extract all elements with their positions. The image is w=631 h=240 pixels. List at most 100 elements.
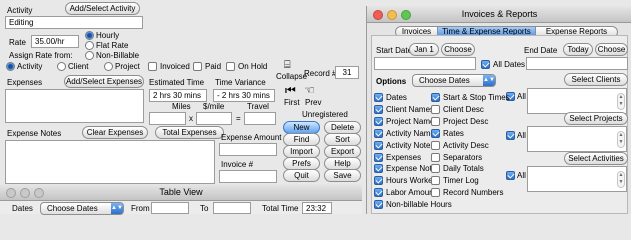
all-projects-checkbox[interactable]: [506, 131, 515, 140]
clients-scroll-arrows-icon[interactable]: ▲ ▼: [617, 93, 625, 110]
dates-checkbox[interactable]: [374, 93, 383, 102]
activities-scroll-arrows-icon[interactable]: ▲ ▼: [617, 171, 625, 188]
equals-symbol: =: [236, 114, 241, 123]
invoiced-checkbox[interactable]: [148, 62, 157, 71]
activity-desc-checkbox[interactable]: [431, 140, 440, 150]
total-time-label: Total Time: [262, 204, 299, 213]
non-billable-hours-checkbox[interactable]: [374, 200, 383, 210]
record-numbers-checkbox[interactable]: [431, 188, 440, 198]
start-stop-times-checkbox[interactable]: [431, 93, 440, 102]
expense-notes-checkbox[interactable]: [374, 164, 383, 174]
record-number-field[interactable]: 31: [335, 66, 359, 79]
activity-names-checkbox[interactable]: [374, 128, 383, 138]
projects-list[interactable]: [527, 126, 627, 152]
dates-label: Dates: [12, 204, 33, 213]
activity-desc-label: Activity Desc: [443, 140, 489, 150]
expenses-label: Expenses: [7, 78, 43, 87]
rate-field[interactable]: 35.00/hr: [31, 35, 79, 48]
invoice-label: Invoice #: [221, 160, 254, 169]
hours-worked-label: Hours Worked: [386, 176, 437, 186]
timer-log-checkbox[interactable]: [431, 176, 440, 186]
expenses-label: Expenses: [386, 152, 422, 162]
quit-button[interactable]: Quit: [283, 169, 320, 182]
all-activities-checkbox[interactable]: [506, 171, 515, 180]
timer-log-label: Timer Log: [443, 176, 479, 186]
paid-checkbox[interactable]: [193, 62, 202, 71]
reports-window: Invoices & Reports Invoices Time & Expen…: [366, 6, 631, 214]
total-expenses-button[interactable]: Total Expenses: [155, 126, 224, 139]
select-projects-button[interactable]: Select Projects: [564, 112, 628, 125]
invoice-field[interactable]: [219, 170, 277, 183]
activities-list[interactable]: [527, 166, 627, 192]
expenses-list[interactable]: [5, 89, 144, 123]
add-select-activity-button[interactable]: Add/Select Activity: [65, 2, 140, 15]
projects-scroll-arrows-icon[interactable]: ▲ ▼: [617, 131, 625, 148]
daily-totals-checkbox[interactable]: [431, 164, 440, 174]
assign-rate-label: Assign Rate from:: [9, 51, 73, 60]
close-icon[interactable]: [6, 188, 16, 198]
minimize-icon[interactable]: [20, 188, 30, 198]
record-numbers-label: Record Numbers: [443, 188, 504, 198]
client-desc-checkbox[interactable]: [431, 104, 440, 114]
hours-worked-checkbox[interactable]: [374, 176, 383, 186]
end-date-field[interactable]: [526, 57, 628, 70]
assign-activity-radio[interactable]: [6, 62, 15, 71]
close-icon[interactable]: [373, 10, 383, 20]
all-dates-checkbox[interactable]: [481, 60, 490, 69]
flat-rate-label: Flat Rate: [96, 41, 129, 50]
start-date-field[interactable]: [374, 57, 476, 70]
separators-checkbox[interactable]: [431, 152, 440, 162]
on-hold-checkbox[interactable]: [226, 62, 235, 71]
travel-label: Travel: [247, 102, 269, 111]
first-record-icon[interactable]: ⏮: [285, 84, 296, 96]
clear-expenses-button[interactable]: Clear Expenses: [82, 126, 148, 139]
minimize-icon[interactable]: [387, 10, 397, 20]
options-popup[interactable]: Choose Dates ▲▼: [412, 74, 496, 87]
project-desc-checkbox[interactable]: [431, 116, 440, 126]
activity-label: Activity: [7, 6, 33, 15]
labor-amounts-checkbox[interactable]: [374, 188, 383, 198]
estimated-time-field[interactable]: 2 hrs 30 mins: [149, 89, 207, 102]
assign-project-label: Project: [115, 62, 140, 71]
prev-record-icon[interactable]: ☜: [304, 84, 315, 96]
miles-field[interactable]: [149, 112, 186, 125]
select-clients-button[interactable]: Select Clients: [564, 73, 628, 86]
clients-list[interactable]: [527, 88, 627, 114]
save-button[interactable]: Save: [324, 169, 361, 182]
flat-rate-radio[interactable]: [85, 41, 94, 50]
middle-options-column: Start & Stop Times Client Desc Project Des…: [431, 93, 510, 203]
zoom-icon[interactable]: [401, 10, 411, 20]
select-activities-button[interactable]: Select Activities: [564, 152, 628, 165]
from-date-field[interactable]: [151, 202, 189, 214]
table-view-titlebar[interactable]: Table View: [0, 184, 362, 201]
total-time-field: 23:32: [302, 202, 332, 214]
per-mile-field[interactable]: [196, 112, 232, 125]
end-choose-button[interactable]: Choose: [595, 43, 628, 56]
activity-field[interactable]: Editing: [5, 16, 143, 29]
dates-popup[interactable]: Choose Dates ▲▼: [40, 202, 124, 215]
activity-notes-checkbox[interactable]: [374, 140, 383, 150]
expenses-checkbox[interactable]: [374, 152, 383, 162]
popup-arrows-icon: ▲▼: [111, 203, 123, 214]
expense-notes-field[interactable]: [5, 140, 215, 184]
jan1-button[interactable]: Jan 1: [409, 43, 439, 56]
options-popup-value: Choose Dates: [419, 76, 470, 85]
collapse-icon[interactable]: ⌸: [284, 60, 291, 71]
zoom-icon[interactable]: [34, 188, 44, 198]
start-choose-button[interactable]: Choose: [441, 43, 475, 56]
to-date-field[interactable]: [213, 202, 251, 214]
non-billable-radio[interactable]: [85, 51, 94, 60]
client-names-label: Client Names: [386, 104, 435, 114]
travel-field: [244, 112, 276, 125]
client-names-checkbox[interactable]: [374, 104, 383, 114]
assign-client-radio[interactable]: [57, 62, 66, 71]
assign-project-radio[interactable]: [104, 62, 113, 71]
today-button[interactable]: Today: [563, 43, 593, 56]
miles-label: Miles: [172, 102, 191, 111]
first-label: First: [284, 98, 300, 107]
hourly-radio[interactable]: [85, 31, 94, 40]
rates-checkbox[interactable]: [431, 128, 440, 138]
expense-amount-field[interactable]: [219, 143, 277, 156]
project-names-checkbox[interactable]: [374, 116, 383, 126]
add-select-expenses-button[interactable]: Add/Select Expenses: [64, 75, 144, 88]
